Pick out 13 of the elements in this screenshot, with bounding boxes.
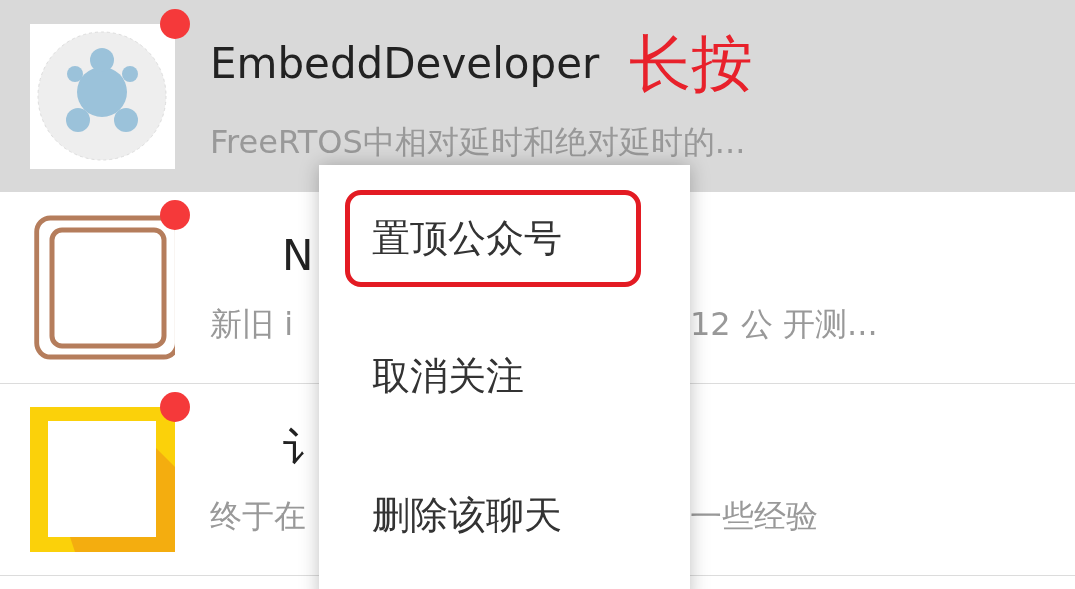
menu-item[interactable]: 置顶公众号 xyxy=(345,190,641,287)
menu-item[interactable]: 删除该聊天 xyxy=(345,466,641,564)
account-name: 讠 xyxy=(282,422,324,473)
menu-item[interactable]: 取消关注 xyxy=(345,328,641,426)
message-preview: FreeRTOS中相对延时和绝对延时的... xyxy=(210,122,746,163)
message-preview: 一些经验 xyxy=(690,495,818,537)
annotation-text: 长按 xyxy=(629,29,754,99)
account-name: N xyxy=(282,230,314,281)
message-preview: 新旧 i xyxy=(210,303,294,345)
conversation-row[interactable]: EmbeddDeveloper 长按 FreeRTOS中相对延时和绝对延时的... xyxy=(0,0,1075,192)
message-preview: 12 公 开测... xyxy=(690,303,878,345)
account-name: EmbeddDeveloper xyxy=(210,39,600,89)
message-preview: 终于在 xyxy=(210,495,306,537)
